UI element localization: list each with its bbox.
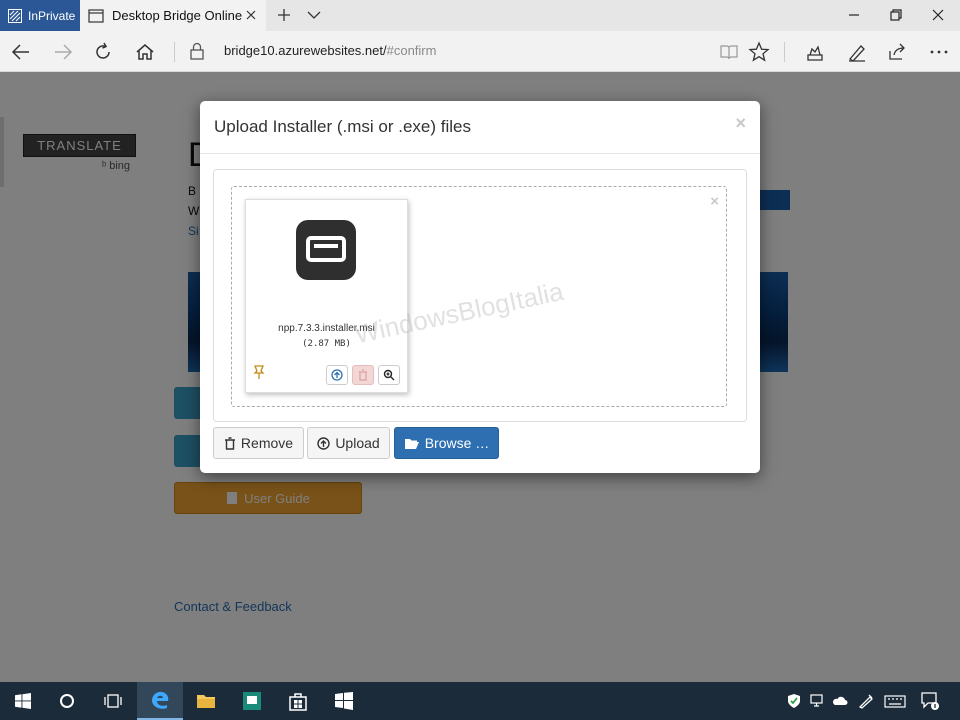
lock-icon[interactable] [189,42,205,60]
tab-desktop-bridge[interactable]: Desktop Bridge Online [80,0,266,31]
installer-file-icon [296,220,356,280]
minimize-icon[interactable] [846,7,862,23]
page-icon [88,8,104,23]
favorite-star-icon[interactable] [748,41,770,63]
restore-icon[interactable] [888,7,904,23]
upload-circle-icon [331,369,343,381]
zoom-icon [383,369,395,381]
app-taskbar-button-2[interactable] [321,682,367,720]
close-tab-icon[interactable] [244,8,258,22]
new-tab-icon[interactable] [276,7,292,23]
forward-icon[interactable] [52,41,74,63]
upload-circle-icon [317,436,331,450]
taskbar [0,682,960,720]
trash-icon [224,436,235,450]
store-icon [289,693,307,711]
windows-logo-icon [15,693,31,709]
close-window-icon[interactable] [930,7,946,23]
defender-shield-icon[interactable] [786,693,802,709]
url-host: bridge10.azurewebsites.net/ [224,43,387,58]
clear-files-button[interactable]: × [710,193,719,210]
home-icon[interactable] [134,41,156,63]
app-icon [243,692,261,710]
trash-icon [359,369,367,381]
more-icon[interactable] [928,41,950,63]
address-bar: bridge10.azurewebsites.net/#confirm [0,31,960,72]
tab-bar: InPrivate Desktop Bridge Online [0,0,960,31]
browse-label: Browse … [424,435,490,451]
delete-file-button[interactable] [352,365,374,385]
inprivate-icon [8,8,22,23]
task-view-icon [104,694,122,708]
folder-open-icon [404,438,419,449]
cortana-icon [60,694,74,708]
app-icon [335,692,353,710]
close-dialog-button[interactable]: × [735,113,746,134]
toolbar-separator [784,42,785,62]
action-center-icon[interactable] [920,691,940,711]
remove-label: Remove [240,435,294,451]
pen-icon[interactable] [858,693,874,709]
refresh-icon[interactable] [92,41,114,63]
edge-icon [152,691,169,709]
dialog-title: Upload Installer (.msi or .exe) files [214,117,471,136]
inprivate-label: InPrivate [28,8,76,23]
app-taskbar-button-1[interactable] [229,682,275,720]
cortana-button[interactable] [44,682,90,720]
task-view-button[interactable] [90,682,136,720]
zoom-file-button[interactable] [378,365,400,385]
remove-button[interactable]: Remove [213,427,304,459]
upload-button[interactable]: Upload [307,427,390,459]
web-note-icon[interactable] [846,41,868,63]
start-button[interactable] [0,682,46,720]
folder-icon [197,695,215,708]
reading-view-icon[interactable] [718,41,740,63]
file-explorer-button[interactable] [183,682,229,720]
tab-title: Desktop Bridge Online [112,8,243,23]
browse-button[interactable]: Browse … [394,427,499,459]
onedrive-icon[interactable] [832,693,848,709]
file-preview-card: npp.7.3.3.installer.msi (2.87 MB) [245,199,408,393]
keyboard-icon[interactable] [884,693,906,709]
upload-label: Upload [335,435,380,451]
address-separator [174,42,175,62]
inprivate-badge: InPrivate [0,0,80,31]
upload-file-button[interactable] [326,365,348,385]
upload-dialog: Upload Installer (.msi or .exe) files × … [200,101,760,473]
network-icon[interactable] [810,693,826,709]
url-hash: #confirm [386,43,437,58]
edge-taskbar-button[interactable] [137,682,183,720]
store-button[interactable] [275,682,321,720]
hub-icon[interactable] [804,41,826,63]
dialog-header: Upload Installer (.msi or .exe) files × [200,101,760,154]
chevron-down-icon[interactable] [306,8,322,22]
drag-handle-icon[interactable] [252,364,266,380]
back-icon[interactable] [10,41,32,63]
share-icon[interactable] [886,41,908,63]
url-field[interactable]: bridge10.azurewebsites.net/#confirm [224,43,436,58]
